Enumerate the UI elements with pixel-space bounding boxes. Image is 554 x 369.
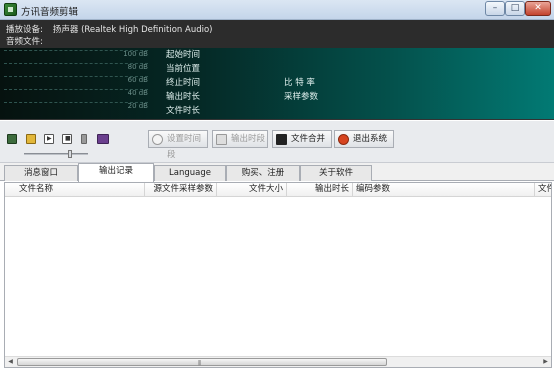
open-folder-icon[interactable]	[26, 134, 36, 144]
device-label: 播放设备:	[6, 25, 43, 35]
db-line: 100 dB	[4, 50, 148, 61]
merge-files-label: 文件合并	[291, 134, 326, 144]
info-header: 播放设备: 扬声器 (Realtek High Definition Audio)…	[0, 20, 554, 48]
window-title: 方讯音频剪辑	[21, 7, 79, 18]
device-value: 扬声器 (Realtek High Definition Audio)	[52, 25, 213, 35]
volume-slider-thumb[interactable]	[68, 150, 72, 158]
books-icon[interactable]	[97, 134, 109, 144]
end-time-label: 终止时间	[166, 78, 201, 88]
set-interval-label: 设置时间段	[167, 134, 202, 160]
title-bar: 方讯音频剪辑 – □ ✕	[0, 0, 554, 20]
tab-about[interactable]: 关于软件	[300, 165, 372, 181]
output-interval-label: 输出时段	[231, 134, 266, 144]
scroll-right-arrow-icon[interactable]: ▶	[540, 357, 551, 367]
minimize-button[interactable]: –	[485, 1, 505, 16]
column-header-file-size[interactable]: 文件大小	[217, 183, 287, 197]
list-header: 文件名称 源文件采样参数 文件大小 输出时长 编码参数 文件	[5, 183, 551, 197]
db-line: 60 dB	[4, 76, 148, 87]
volume-slider[interactable]	[24, 150, 88, 158]
bitrate-label: 比 特 率	[284, 78, 315, 88]
stop-icon[interactable]	[62, 134, 72, 144]
column-header-source-params[interactable]: 源文件采样参数	[145, 183, 217, 197]
column-header-encoding-params[interactable]: 编码参数	[353, 183, 535, 197]
db-label: 100 dB	[123, 50, 148, 58]
merge-icon	[276, 134, 287, 145]
merge-files-button[interactable]: 文件合并	[272, 130, 332, 148]
scrollbar-grip: |||	[198, 360, 201, 366]
db-label: 20 dB	[127, 102, 148, 110]
volume-icon[interactable]	[81, 134, 87, 144]
current-position-label: 当前位置	[166, 64, 201, 74]
scrollbar-thumb[interactable]: |||	[17, 358, 387, 366]
play-icon[interactable]	[44, 134, 54, 144]
clock-icon	[152, 134, 163, 145]
audio-file-label: 音频文件:	[6, 37, 43, 47]
db-label: 80 dB	[127, 63, 148, 71]
audio-file-row: 音频文件:	[6, 35, 43, 47]
start-time-label: 起始时间	[166, 50, 201, 60]
device-row: 播放设备: 扬声器 (Realtek High Definition Audio)	[6, 23, 212, 35]
db-label: 40 dB	[127, 89, 148, 97]
tab-message-window[interactable]: 消息窗口	[4, 165, 78, 181]
horizontal-scrollbar[interactable]: ◀ ||| ▶	[5, 356, 551, 367]
app-icon	[4, 3, 17, 16]
db-line: 20 dB	[4, 102, 148, 113]
db-line: 40 dB	[4, 89, 148, 100]
output-log-list[interactable]: 文件名称 源文件采样参数 文件大小 输出时长 编码参数 文件 ◀ ||| ▶	[4, 182, 552, 368]
maximize-button[interactable]: □	[505, 1, 525, 16]
tab-bar: 消息窗口 输出记录 Language 购买、注册 关于软件	[0, 163, 554, 182]
exit-icon	[338, 134, 349, 145]
toolbar: 设置时间段 输出时段 文件合并 退出系统	[0, 121, 554, 163]
tab-purchase-register[interactable]: 购买、注册	[226, 165, 300, 181]
save-icon	[216, 134, 227, 145]
file-duration-label: 文件时长	[166, 106, 201, 116]
set-interval-button[interactable]: 设置时间段	[148, 130, 208, 160]
level-meter-panel: 100 dB 80 dB 60 dB 40 dB 20 dB 起始时间 当前位置…	[0, 48, 554, 120]
column-header-file[interactable]: 文件	[535, 183, 551, 197]
exit-label: 退出系统	[353, 134, 388, 144]
close-button[interactable]: ✕	[525, 1, 551, 16]
tab-language[interactable]: Language	[154, 165, 226, 181]
record-icon[interactable]	[7, 134, 17, 144]
scroll-left-arrow-icon[interactable]: ◀	[5, 357, 16, 367]
tab-output-log[interactable]: 输出记录	[78, 163, 154, 182]
output-duration-label: 输出时长	[166, 92, 201, 102]
output-interval-button[interactable]: 输出时段	[212, 130, 268, 148]
column-header-output-duration[interactable]: 输出时长	[287, 183, 353, 197]
db-label: 60 dB	[127, 76, 148, 84]
column-header-file-name[interactable]: 文件名称	[5, 183, 145, 197]
sample-params-label: 采样参数	[284, 92, 319, 102]
exit-button[interactable]: 退出系统	[334, 130, 394, 148]
db-line: 80 dB	[4, 63, 148, 74]
